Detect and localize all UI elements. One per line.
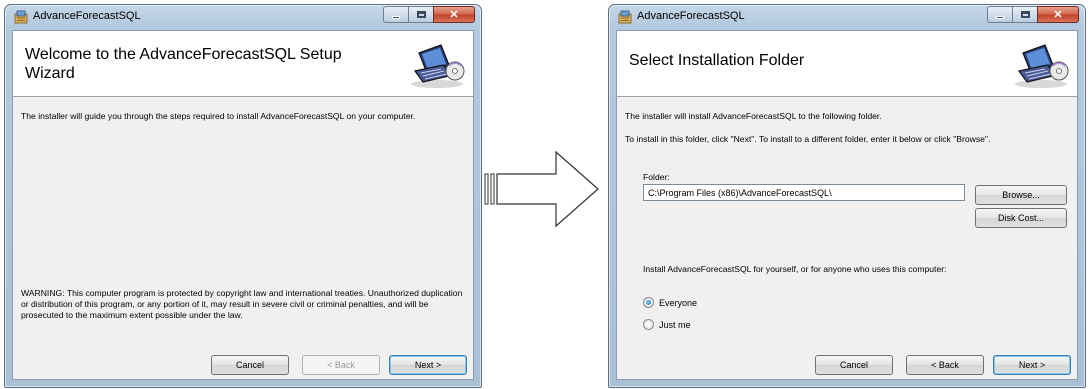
installer-app-icon (618, 10, 632, 24)
disk-cost-button[interactable]: Disk Cost... (975, 208, 1067, 228)
page-title: Welcome to the AdvanceForecastSQL Setup … (25, 46, 342, 82)
installer-app-icon (14, 10, 28, 24)
page-title: Select Installation Folder (629, 52, 805, 69)
back-button[interactable]: < Back (906, 355, 984, 375)
warning-text: WARNING: This computer program is protec… (21, 288, 463, 320)
wizard-header: Welcome to the AdvanceForecastSQL Setup … (13, 31, 473, 97)
maximize-button[interactable] (408, 6, 433, 23)
radio-just-me[interactable]: Just me (643, 319, 691, 330)
minimize-icon (996, 15, 1004, 19)
radio-everyone[interactable]: Everyone (643, 297, 697, 308)
right-arrow-icon (484, 150, 599, 228)
folder-label: Folder: (643, 172, 670, 182)
close-icon: ✕ (1053, 9, 1063, 21)
computer-disc-icon (1014, 44, 1069, 89)
radio-label: Everyone (659, 297, 698, 308)
wizard-header: Select Installation Folder (617, 31, 1077, 97)
radio-button[interactable] (643, 319, 654, 330)
dialog-client-area: Select Installation Folder The installer… (616, 30, 1078, 380)
minimize-button[interactable] (383, 6, 408, 23)
window-title: AdvanceForecastSQL (637, 10, 745, 22)
radio-label: Just me (659, 319, 691, 330)
minimize-icon (392, 15, 400, 19)
close-icon: ✕ (449, 9, 459, 21)
cancel-button[interactable]: Cancel (815, 355, 893, 375)
close-button[interactable]: ✕ (1037, 6, 1079, 23)
maximize-icon (416, 11, 426, 18)
back-button[interactable]: < Back (302, 355, 380, 375)
folder-path-input[interactable] (643, 184, 965, 201)
minimize-button[interactable] (987, 6, 1012, 23)
install-folder-dialog-window: AdvanceForecastSQL ✕ Select Installation… (608, 4, 1086, 388)
window-title: AdvanceForecastSQL (33, 10, 141, 22)
dialog-client-area: Welcome to the AdvanceForecastSQL Setup … (12, 30, 474, 380)
computer-disc-icon (410, 44, 465, 89)
title-bar[interactable]: AdvanceForecastSQL ✕ (609, 5, 1085, 29)
next-button[interactable]: Next > (389, 355, 467, 375)
radio-button[interactable] (643, 297, 654, 308)
intro-text: The installer will install AdvanceForeca… (625, 111, 882, 121)
welcome-dialog-window: AdvanceForecastSQL ✕ Welcome to the Adva… (4, 4, 482, 388)
intro-text: The installer will guide you through the… (21, 111, 416, 121)
install-for-text: Install AdvanceForecastSQL for yourself,… (643, 264, 947, 274)
title-bar[interactable]: AdvanceForecastSQL ✕ (5, 5, 481, 29)
maximize-button[interactable] (1012, 6, 1037, 23)
instruction-text: To install in this folder, click "Next".… (625, 134, 991, 144)
cancel-button[interactable]: Cancel (211, 355, 289, 375)
maximize-icon (1020, 11, 1030, 18)
browse-button[interactable]: Browse... (975, 185, 1067, 205)
next-button[interactable]: Next > (993, 355, 1071, 375)
close-button[interactable]: ✕ (433, 6, 475, 23)
